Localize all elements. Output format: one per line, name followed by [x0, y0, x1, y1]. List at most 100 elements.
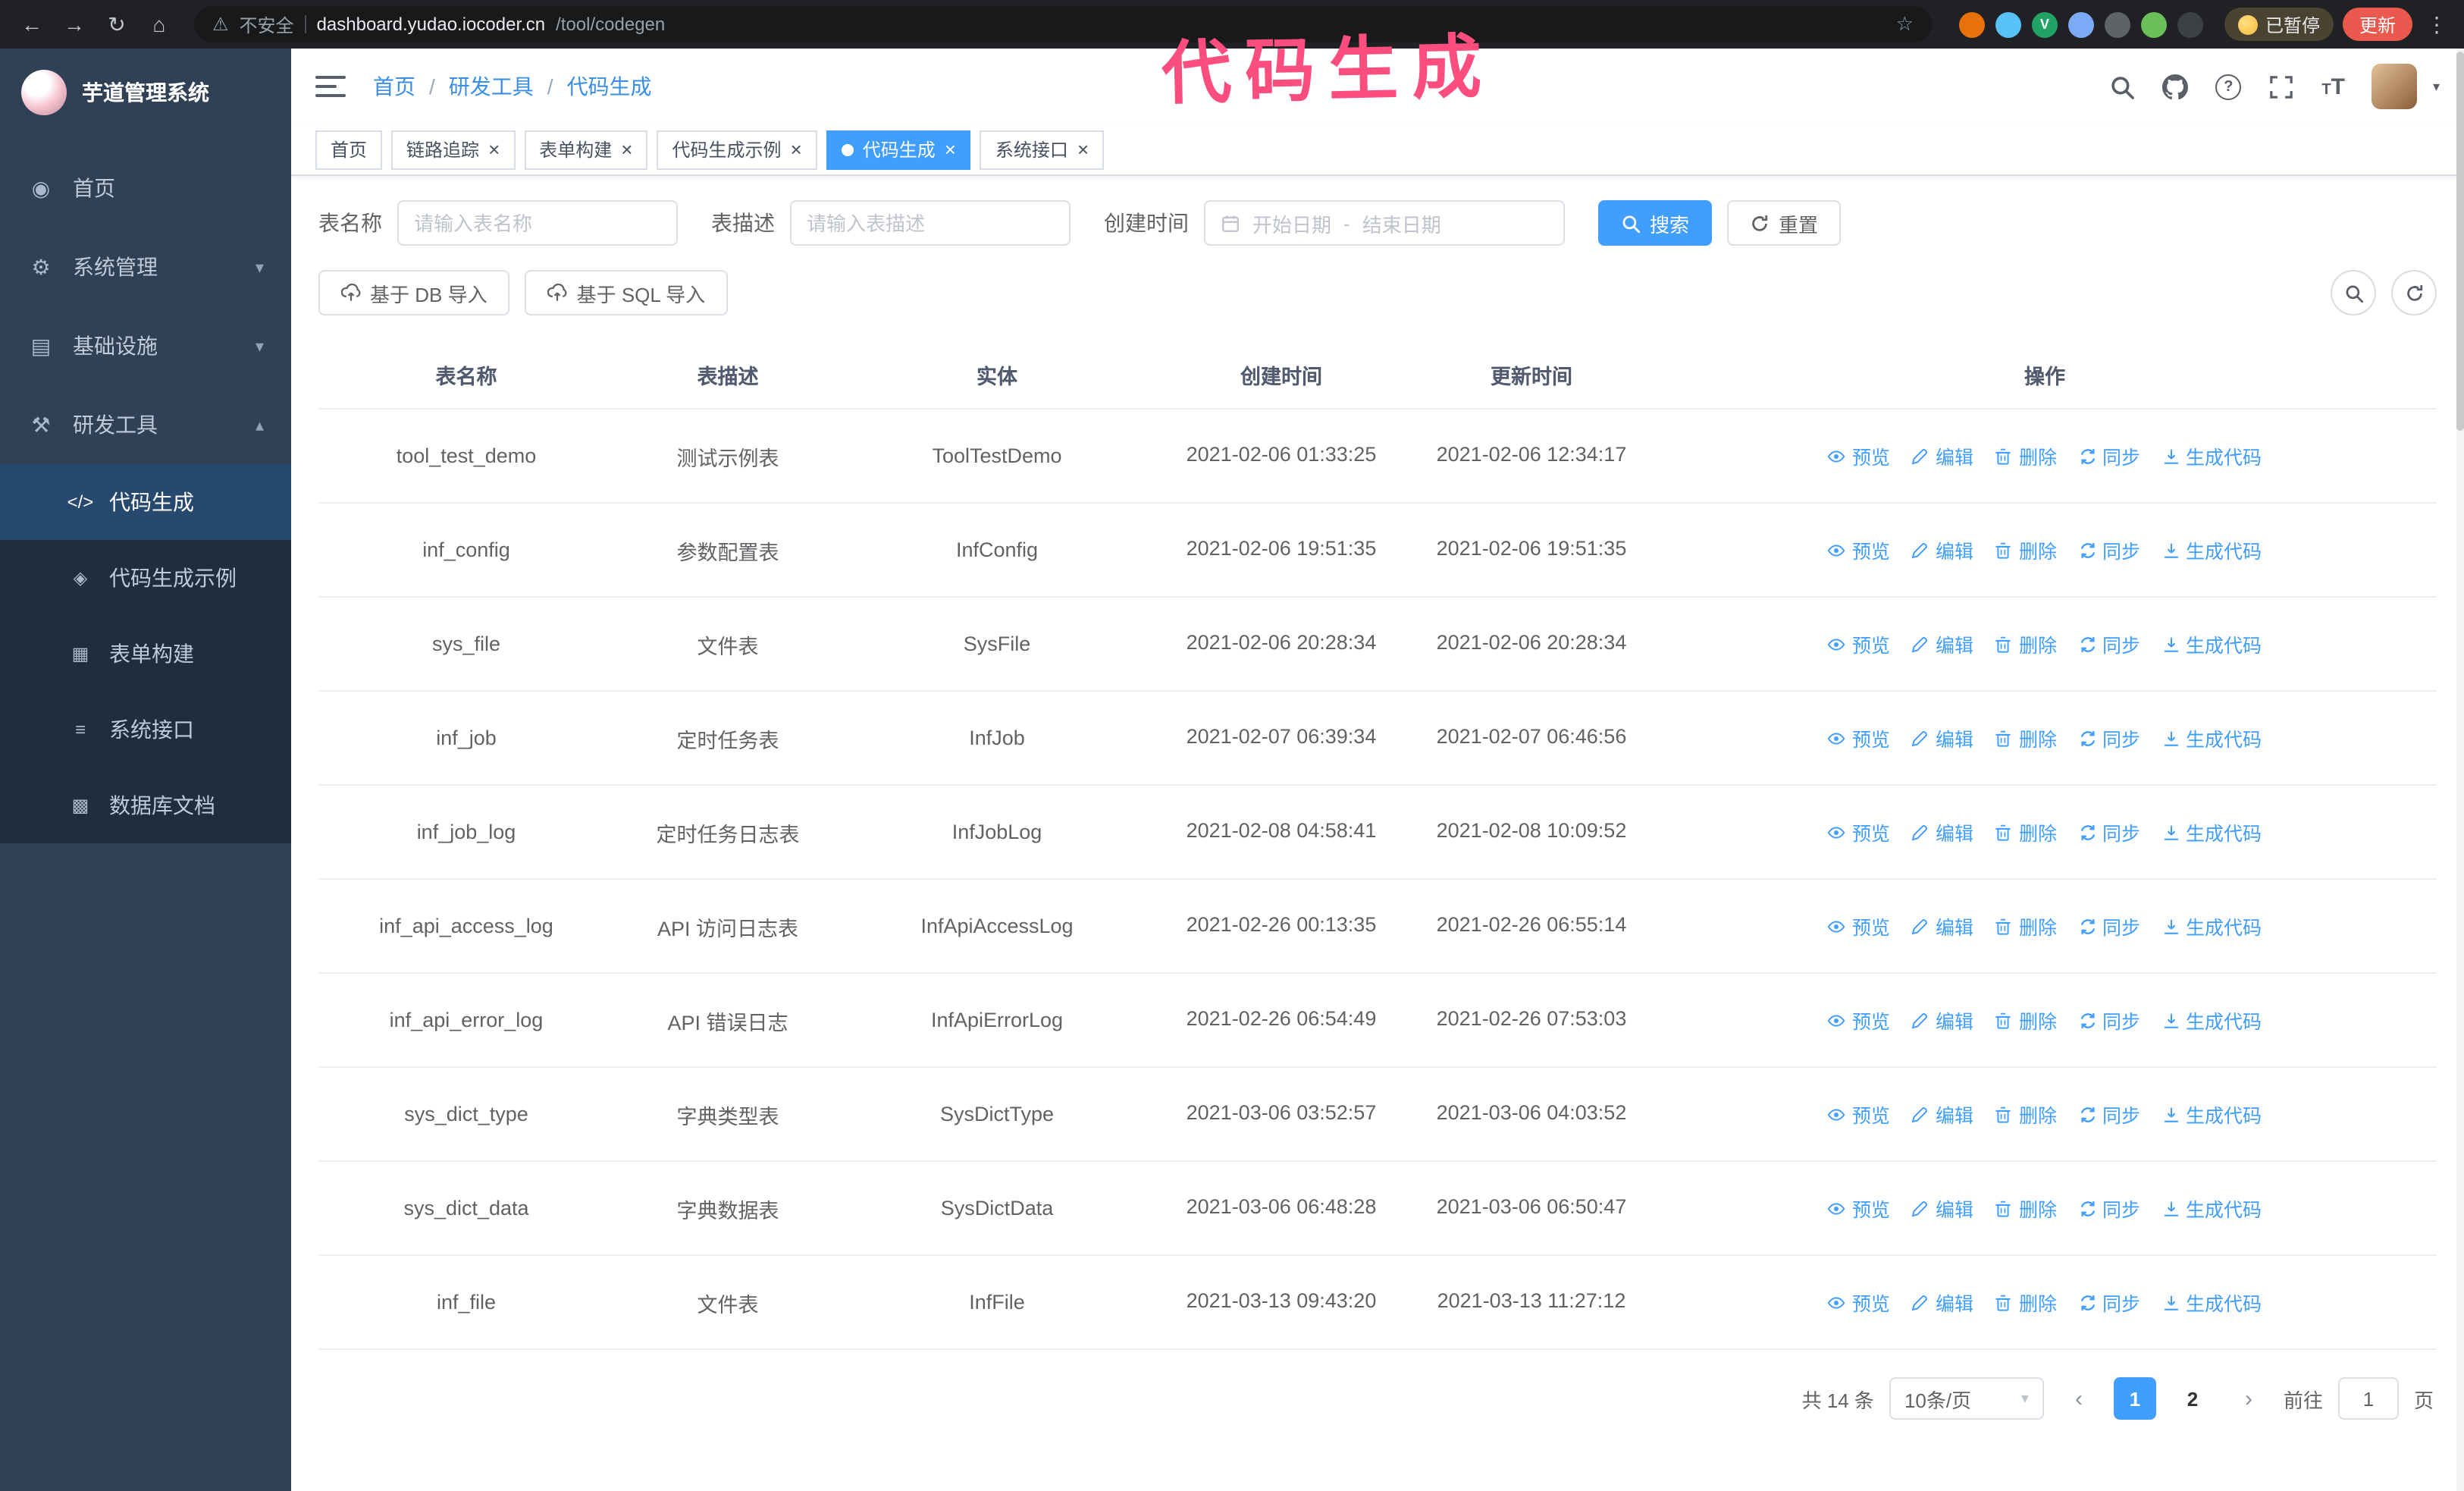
fullscreen-icon[interactable] [2268, 74, 2294, 99]
table-desc-input[interactable] [790, 200, 1071, 246]
sidebar-item-db-doc[interactable]: ▩ 数据库文档 [0, 767, 291, 843]
action-sync-link[interactable]: 同步 [2078, 818, 2140, 846]
tab-link-trace[interactable]: 链路追踪 × [391, 130, 516, 169]
breadcrumb-home[interactable]: 首页 [373, 71, 415, 102]
action-delete-link[interactable]: 删除 [1995, 1006, 2057, 1034]
sidebar-item-form-builder[interactable]: ▦ 表单构建 [0, 616, 291, 692]
search-button[interactable]: 搜索 [1598, 200, 1713, 246]
page-button-2[interactable]: 2 [2171, 1377, 2214, 1420]
close-icon[interactable]: × [791, 140, 802, 159]
action-sync-link[interactable]: 同步 [2078, 1194, 2140, 1223]
action-eye-link[interactable]: 预览 [1828, 724, 1890, 752]
table-name-input[interactable] [397, 200, 678, 246]
action-eye-link[interactable]: 预览 [1828, 1100, 1890, 1128]
action-download-link[interactable]: 生成代码 [2161, 724, 2262, 752]
action-edit-link[interactable]: 编辑 [1911, 912, 1973, 940]
tab-codegen[interactable]: 代码生成 × [826, 130, 971, 169]
help-icon[interactable]: ? [2215, 74, 2242, 99]
action-download-link[interactable]: 生成代码 [2161, 441, 2262, 470]
sidebar-item-codegen[interactable]: </> 代码生成 [0, 464, 291, 540]
prev-page-button[interactable]: ‹ [2058, 1377, 2099, 1420]
sidebar-item-system-api[interactable]: ≡ 系统接口 [0, 692, 291, 767]
next-page-button[interactable]: › [2228, 1377, 2268, 1420]
paused-badge[interactable]: 已暂停 [2224, 8, 2334, 41]
action-delete-link[interactable]: 删除 [1995, 629, 2057, 658]
action-edit-link[interactable]: 编辑 [1911, 1006, 1973, 1034]
action-edit-link[interactable]: 编辑 [1911, 1194, 1973, 1223]
action-edit-link[interactable]: 编辑 [1911, 629, 1973, 658]
action-edit-link[interactable]: 编辑 [1911, 441, 1973, 470]
scrollbar-thumb[interactable] [2456, 52, 2464, 431]
extension-icon-5[interactable] [2104, 11, 2130, 37]
action-edit-link[interactable]: 编辑 [1911, 535, 1973, 564]
action-eye-link[interactable]: 预览 [1828, 1288, 1890, 1317]
close-icon[interactable]: × [621, 140, 632, 159]
action-download-link[interactable]: 生成代码 [2161, 818, 2262, 846]
reset-button[interactable]: 重置 [1727, 200, 1842, 246]
date-range-picker[interactable]: 开始日期 - 结束日期 [1204, 200, 1565, 246]
extension-icon-7[interactable] [2177, 11, 2203, 37]
action-download-link[interactable]: 生成代码 [2161, 1288, 2262, 1317]
goto-page-input[interactable] [2337, 1377, 2399, 1420]
action-eye-link[interactable]: 预览 [1828, 818, 1890, 846]
forward-icon[interactable]: → [55, 5, 94, 44]
close-icon[interactable]: × [1077, 140, 1089, 159]
action-sync-link[interactable]: 同步 [2078, 535, 2140, 564]
github-icon[interactable] [2162, 74, 2188, 99]
hamburger-icon[interactable] [315, 76, 346, 97]
action-eye-link[interactable]: 预览 [1828, 1006, 1890, 1034]
extension-icon-6[interactable] [2140, 11, 2167, 37]
reload-icon[interactable]: ↻ [97, 5, 136, 44]
tab-home[interactable]: 首页 [315, 130, 383, 169]
tab-codegen-example[interactable]: 代码生成示例 × [657, 130, 817, 169]
action-edit-link[interactable]: 编辑 [1911, 1288, 1973, 1317]
action-sync-link[interactable]: 同步 [2078, 1288, 2140, 1317]
sidebar-item-devtools[interactable]: ⚒ 研发工具 ▴ [0, 385, 291, 464]
action-download-link[interactable]: 生成代码 [2161, 535, 2262, 564]
action-delete-link[interactable]: 删除 [1995, 535, 2057, 564]
action-eye-link[interactable]: 预览 [1828, 441, 1890, 470]
sidebar-item-codegen-example[interactable]: ◈ 代码生成示例 [0, 540, 291, 616]
breadcrumb-devtools[interactable]: 研发工具 [449, 71, 534, 102]
scrollbar[interactable] [2456, 49, 2464, 1491]
action-delete-link[interactable]: 删除 [1995, 1288, 2057, 1317]
search-icon[interactable] [2109, 74, 2135, 99]
action-delete-link[interactable]: 删除 [1995, 1100, 2057, 1128]
page-size-select[interactable]: 10条/页 ▾ [1889, 1377, 2044, 1420]
date-start-placeholder[interactable]: 开始日期 [1252, 209, 1331, 237]
action-download-link[interactable]: 生成代码 [2161, 1194, 2262, 1223]
action-download-link[interactable]: 生成代码 [2161, 1006, 2262, 1034]
action-sync-link[interactable]: 同步 [2078, 629, 2140, 658]
avatar-caret-icon[interactable]: ▾ [2433, 78, 2440, 95]
extension-icon-4[interactable] [2067, 11, 2094, 37]
action-sync-link[interactable]: 同步 [2078, 912, 2140, 940]
action-eye-link[interactable]: 预览 [1828, 912, 1890, 940]
action-edit-link[interactable]: 编辑 [1911, 818, 1973, 846]
action-delete-link[interactable]: 删除 [1995, 724, 2057, 752]
import-db-button[interactable]: 基于 DB 导入 [318, 270, 510, 315]
tab-system-api[interactable]: 系统接口 × [980, 130, 1105, 169]
close-icon[interactable]: × [488, 140, 500, 159]
sidebar-item-system[interactable]: ⚙ 系统管理 ▾ [0, 228, 291, 306]
action-sync-link[interactable]: 同步 [2078, 1100, 2140, 1128]
extension-icon-3[interactable]: V [2031, 11, 2058, 37]
action-sync-link[interactable]: 同步 [2078, 724, 2140, 752]
browser-menu-icon[interactable]: ⋮ [2422, 11, 2452, 37]
sidebar-item-home[interactable]: ◉ 首页 [0, 149, 291, 228]
action-delete-link[interactable]: 删除 [1995, 1194, 2057, 1223]
action-edit-link[interactable]: 编辑 [1911, 1100, 1973, 1128]
action-eye-link[interactable]: 预览 [1828, 1194, 1890, 1223]
action-eye-link[interactable]: 预览 [1828, 629, 1890, 658]
font-size-icon[interactable]: TT [2321, 75, 2345, 98]
import-sql-button[interactable]: 基于 SQL 导入 [525, 270, 729, 315]
back-icon[interactable]: ← [12, 5, 52, 44]
refresh-table-button[interactable] [2391, 270, 2437, 315]
user-avatar[interactable] [2372, 64, 2418, 109]
action-delete-link[interactable]: 删除 [1995, 818, 2057, 846]
extension-icon-1[interactable] [1958, 11, 1985, 37]
update-button[interactable]: 更新 [2342, 8, 2412, 41]
home-icon[interactable]: ⌂ [140, 5, 179, 44]
action-sync-link[interactable]: 同步 [2078, 1006, 2140, 1034]
action-edit-link[interactable]: 编辑 [1911, 724, 1973, 752]
action-delete-link[interactable]: 删除 [1995, 441, 2057, 470]
